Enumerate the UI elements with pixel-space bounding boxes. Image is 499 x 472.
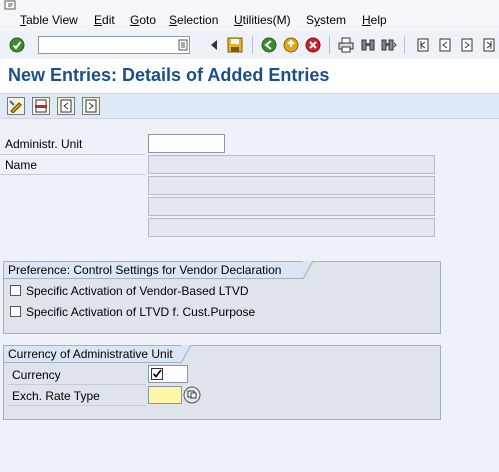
vendor-ltvd-label: Specific Activation of Vendor-Based LTVD — [26, 284, 249, 298]
row-underline — [8, 384, 146, 385]
menu-utilities[interactable]: Utilities(M) — [234, 13, 291, 27]
admin-unit-label: Administr. Unit — [5, 137, 83, 151]
back-icon[interactable] — [260, 36, 278, 54]
previous-page-icon[interactable] — [436, 36, 454, 54]
menu-selection[interactable]: Selection — [169, 13, 218, 27]
cancel-icon[interactable] — [304, 36, 322, 54]
name-label: Name — [5, 158, 38, 172]
required-check-icon — [151, 368, 163, 380]
cust-purpose-ltvd-checkbox[interactable] — [10, 306, 21, 317]
row-underline — [8, 405, 146, 406]
separator — [329, 36, 330, 54]
command-history-icon[interactable] — [176, 36, 190, 54]
vendor-ltvd-checkbox[interactable] — [10, 285, 21, 296]
page-title: New Entries: Details of Added Entries — [8, 65, 330, 85]
find-next-icon[interactable] — [380, 36, 398, 54]
admin-unit-input[interactable] — [148, 134, 225, 153]
separator — [252, 36, 253, 54]
system-menu-icon[interactable] — [4, 0, 20, 12]
exch-rate-type-input[interactable] — [148, 386, 182, 404]
row-underline — [0, 154, 145, 155]
name-field-line-3[interactable] — [148, 197, 435, 216]
last-page-icon[interactable] — [480, 36, 498, 54]
separator — [404, 36, 405, 54]
group-title-tab-edge — [303, 261, 313, 279]
menu-edit[interactable]: Edit — [94, 13, 115, 27]
enter-icon[interactable] — [8, 36, 26, 54]
name-field-line-1[interactable] — [148, 155, 435, 174]
dropdown-arrow-icon[interactable] — [205, 36, 223, 54]
name-field-line-2[interactable] — [148, 176, 435, 195]
exch-rate-type-label: Exch. Rate Type — [12, 389, 100, 403]
first-page-icon[interactable] — [414, 36, 432, 54]
find-icon[interactable] — [359, 36, 377, 54]
currency-group: Currency of Administrative Unit — [3, 345, 441, 420]
next-entry-icon[interactable] — [82, 97, 100, 115]
exit-icon[interactable] — [282, 36, 300, 54]
cust-purpose-ltvd-label: Specific Activation of LTVD f. Cust.Purp… — [26, 305, 256, 319]
menu-table-view[interactable]: Table View — [20, 13, 78, 27]
print-icon[interactable] — [337, 36, 355, 54]
preference-group-title: Preference: Control Settings for Vendor … — [4, 262, 304, 279]
delete-icon[interactable] — [32, 97, 50, 115]
currency-label: Currency — [12, 368, 61, 382]
currency-group-title: Currency of Administrative Unit — [4, 346, 182, 363]
menu-help[interactable]: Help — [362, 13, 387, 27]
row-underline — [0, 174, 145, 175]
menu-system[interactable]: System — [306, 13, 346, 27]
next-page-icon[interactable] — [458, 36, 476, 54]
save-icon[interactable] — [226, 36, 244, 54]
menu-goto[interactable]: Goto — [130, 13, 156, 27]
command-field[interactable] — [38, 36, 190, 54]
value-help-icon[interactable] — [183, 386, 201, 404]
change-display-icon[interactable] — [7, 97, 25, 115]
name-field-line-4[interactable] — [148, 218, 435, 237]
group-title-tab-edge — [181, 345, 191, 363]
previous-entry-icon[interactable] — [57, 97, 75, 115]
currency-field[interactable] — [148, 365, 188, 383]
command-input[interactable] — [41, 38, 175, 54]
